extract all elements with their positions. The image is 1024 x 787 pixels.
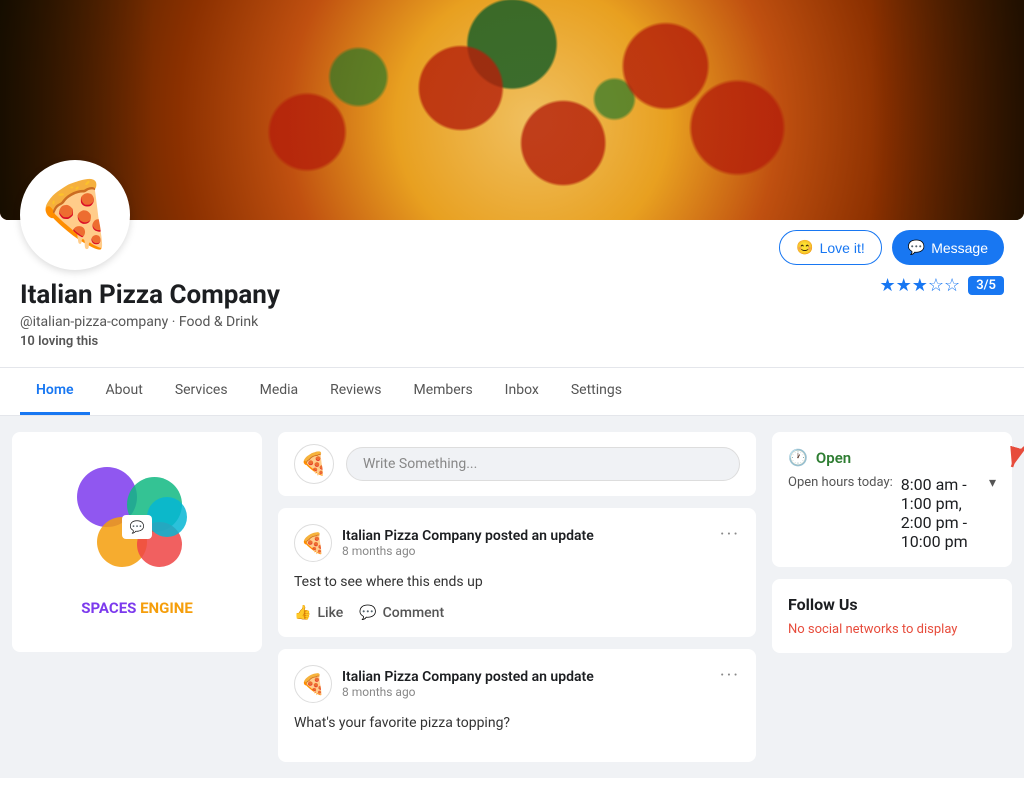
love-button[interactable]: 😊 Love it! <box>779 230 882 265</box>
post-menu-2[interactable]: ··· <box>720 665 740 686</box>
company-meta: @italian-pizza-company · Food & Drink <box>20 314 1004 330</box>
open-status: 🕐 Open <box>788 448 996 467</box>
avatar-emoji: 🍕 <box>35 183 115 247</box>
nav-item-inbox[interactable]: Inbox <box>489 368 555 415</box>
nav-item-home[interactable]: Home <box>20 368 90 415</box>
hours-dropdown-icon[interactable]: ▾ <box>989 475 996 491</box>
post-menu-1[interactable]: ··· <box>720 524 740 545</box>
center-feed: 🍕 Write Something... 🍕 Italian Pizza Com… <box>278 432 756 762</box>
hours-card: 🕐 Open Open hours today: 8:00 am - 1:00 … <box>772 432 1012 567</box>
nav-item-reviews[interactable]: Reviews <box>314 368 397 415</box>
page-wrapper: 🍕 😊 Love it! 💬 Message ★★★☆☆ 3/5 Italian… <box>0 0 1024 787</box>
post-content-1: Test to see where this ends up <box>294 572 740 593</box>
nav-item-about[interactable]: About <box>90 368 159 415</box>
post-author-info-1: 🍕 Italian Pizza Company posted an update… <box>294 524 594 562</box>
engine-text: ENGINE <box>140 599 193 617</box>
profile-section: 🍕 😊 Love it! 💬 Message ★★★☆☆ 3/5 Italian… <box>0 220 1024 359</box>
post-meta-1: Italian Pizza Company posted an update 8… <box>342 528 594 558</box>
right-sidebar: 🕐 Open Open hours today: 8:00 am - 1:00 … <box>772 432 1012 762</box>
love-label: Love it! <box>820 240 865 256</box>
nav-item-services[interactable]: Services <box>159 368 244 415</box>
message-button[interactable]: 💬 Message <box>892 230 1004 265</box>
profile-actions: 😊 Love it! 💬 Message ★★★☆☆ 3/5 <box>779 230 1004 296</box>
company-category: Food & Drink <box>179 314 258 330</box>
comment-icon-1: 💬 <box>359 605 376 621</box>
hours-line1: 8:00 am - 1:00 pm, <box>901 475 981 513</box>
chat-bubble-icon: 💬 <box>122 515 152 539</box>
cover-photo <box>0 0 1024 220</box>
left-sidebar: 💬 SPACES ENGINE <box>12 432 262 762</box>
open-text: Open <box>816 449 851 467</box>
post-author-info-2: 🍕 Italian Pizza Company posted an update… <box>294 665 594 703</box>
like-label-1: Like <box>317 605 343 621</box>
message-icon: 💬 <box>908 239 925 256</box>
post-avatar-2: 🍕 <box>294 665 332 703</box>
main-content: 💬 SPACES ENGINE 🍕 Write Something... 🍕 <box>0 416 1024 778</box>
spaces-text: SPACES <box>81 599 136 617</box>
red-arrow-annotation <box>1002 427 1024 487</box>
post-header-1: 🍕 Italian Pizza Company posted an update… <box>294 524 740 562</box>
hours-label: Open hours today: <box>788 475 893 490</box>
hours-value: 8:00 am - 1:00 pm, 2:00 pm - 10:00 pm <box>901 475 981 551</box>
spaces-engine-widget: 💬 SPACES ENGINE <box>12 432 262 652</box>
avatar: 🍕 <box>20 160 130 270</box>
spaces-blobs: 💬 <box>77 467 197 587</box>
spaces-engine-label: SPACES ENGINE <box>81 599 193 617</box>
post-actions-1: 👍 Like 💬 Comment <box>294 605 740 621</box>
post-header-2: 🍕 Italian Pizza Company posted an update… <box>294 665 740 703</box>
write-post-input[interactable]: Write Something... <box>346 447 740 481</box>
blob-teal <box>147 497 187 537</box>
category-separator: · <box>172 314 179 330</box>
post-card-2: 🍕 Italian Pizza Company posted an update… <box>278 649 756 762</box>
message-label: Message <box>931 240 988 256</box>
follow-us-title: Follow Us <box>788 595 996 614</box>
post-time-1: 8 months ago <box>342 544 594 558</box>
nav-item-media[interactable]: Media <box>244 368 315 415</box>
post-author-name-2: Italian Pizza Company posted an update <box>342 669 594 685</box>
post-card-1: 🍕 Italian Pizza Company posted an update… <box>278 508 756 637</box>
action-buttons: 😊 Love it! 💬 Message <box>779 230 1004 265</box>
follow-us-card: Follow Us No social networks to display <box>772 579 1012 653</box>
post-action-2: posted an update <box>485 669 594 685</box>
company-loving: 10 loving this <box>20 334 1004 349</box>
hours-line2: 2:00 pm - 10:00 pm <box>901 513 981 551</box>
post-meta-2: Italian Pizza Company posted an update 8… <box>342 669 594 699</box>
comment-label-1: Comment <box>383 605 444 621</box>
no-social-text: No social networks to display <box>788 622 996 637</box>
write-post-avatar: 🍕 <box>294 444 334 484</box>
post-time-2: 8 months ago <box>342 685 594 699</box>
hours-row: Open hours today: 8:00 am - 1:00 pm, 2:0… <box>788 475 996 551</box>
clock-icon: 🕐 <box>788 448 808 467</box>
post-content-2: What's your favorite pizza topping? <box>294 713 740 734</box>
rating-row: ★★★☆☆ 3/5 <box>880 275 1005 296</box>
love-icon: 😊 <box>796 239 813 256</box>
write-post-card: 🍕 Write Something... <box>278 432 756 496</box>
nav-item-settings[interactable]: Settings <box>555 368 638 415</box>
company-handle: @italian-pizza-company <box>20 314 168 330</box>
navigation: Home About Services Media Reviews Member… <box>0 367 1024 416</box>
star-rating: ★★★☆☆ <box>880 275 961 296</box>
rating-badge: 3/5 <box>968 276 1004 295</box>
nav-item-members[interactable]: Members <box>397 368 488 415</box>
like-icon-1: 👍 <box>294 605 311 621</box>
like-button-1[interactable]: 👍 Like <box>294 605 343 621</box>
post-avatar-1: 🍕 <box>294 524 332 562</box>
comment-button-1[interactable]: 💬 Comment <box>359 605 444 621</box>
post-author-name-1: Italian Pizza Company posted an update <box>342 528 594 544</box>
post-action-1: posted an update <box>485 528 594 544</box>
